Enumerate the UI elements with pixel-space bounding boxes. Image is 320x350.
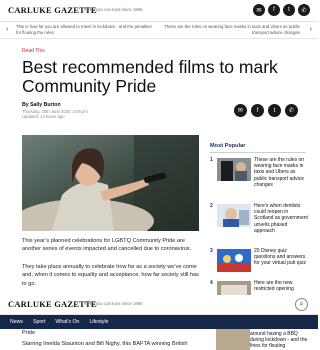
main-nav: News Sport What's On Lifestyle <box>0 315 318 329</box>
popular-item-title[interactable]: 20 Disney quiz questions and answers for… <box>254 248 308 267</box>
article-headline: Best recommended films to mark Community… <box>22 57 278 96</box>
popular-item-title[interactable]: around having a BBQ during lockdown - an… <box>250 331 308 350</box>
divider <box>210 152 306 153</box>
chevron-left-icon[interactable]: ‹ <box>6 26 8 33</box>
related-links-bar: ‹ This is how far you are allowed to tra… <box>0 22 318 39</box>
mail-icon[interactable]: ✉ <box>234 104 247 117</box>
nav-item-sport[interactable]: Sport <box>33 319 45 325</box>
twitter-icon[interactable]: t <box>268 104 281 117</box>
top-header: CARLUKE GAZETTE News you can trust since… <box>0 0 318 22</box>
article-paragraph: This year’s planned celebrations for LGB… <box>22 238 192 253</box>
header-share-icons: ✉ f t ✆ <box>253 4 310 16</box>
thumbnail-image <box>217 249 251 272</box>
site-tagline: News you can trust since 1866 <box>84 301 143 306</box>
popular-item-number: 4 <box>210 280 213 286</box>
updated-timestamp: Updated: 14 hours ago <box>22 114 65 120</box>
hero-image <box>22 135 199 231</box>
popular-item-thumbnail <box>217 249 251 272</box>
subheading: Pride <box>22 330 36 336</box>
article-paragraph: They take place annually to celebrate ho… <box>22 264 199 287</box>
thumbnail-image <box>217 158 251 181</box>
popular-item-thumbnail <box>217 204 251 227</box>
sticky-header: CARLUKE GAZETTE News you can trust since… <box>0 295 318 315</box>
popular-item[interactable]: 2 Here’s when dentists could reopen in S… <box>210 203 308 235</box>
popular-item-title[interactable]: Here are the new restricted opening <box>254 280 308 292</box>
popular-item-thumbnail <box>217 158 251 181</box>
nav-item-news[interactable]: News <box>10 319 23 325</box>
most-popular-title: Most Popular <box>210 143 246 149</box>
popular-item-number: 1 <box>210 157 213 163</box>
thumbnail-image <box>217 204 251 227</box>
popular-item-title[interactable]: These are the rules on wearing face mask… <box>254 157 308 188</box>
whatsapp-icon[interactable]: ✆ <box>298 4 310 16</box>
popular-item-title[interactable]: Here’s when dentists could reopen in Sco… <box>254 203 308 234</box>
facebook-icon[interactable]: f <box>268 4 280 16</box>
article-paragraph: Starring Imelda Staunton and Bill Nighy,… <box>22 341 188 347</box>
popular-item[interactable]: 4 Here are the new restricted opening <box>210 280 308 295</box>
related-link-right[interactable]: These are the rules on wearing face mask… <box>164 24 300 35</box>
publish-date: Thursday, 25th June 2020, 3:06 pm Update… <box>22 109 88 119</box>
related-link-left[interactable]: This is how far you are allowed to trave… <box>16 24 156 35</box>
search-icon[interactable]: ⌕ <box>295 298 308 311</box>
chevron-right-icon[interactable]: › <box>310 26 312 33</box>
popular-item-thumbnail <box>217 281 251 295</box>
article-share-icons: ✉ f t ✆ <box>234 104 298 117</box>
twitter-icon[interactable]: t <box>283 4 295 16</box>
hero-image-illustration <box>22 135 199 231</box>
popular-item-number: 3 <box>210 248 213 254</box>
thumbnail-image <box>217 281 251 295</box>
facebook-icon[interactable]: f <box>251 104 264 117</box>
mail-icon[interactable]: ✉ <box>253 4 265 16</box>
nav-item-whats-on[interactable]: What's On <box>55 319 79 325</box>
popular-item-number: 2 <box>210 203 213 209</box>
popular-item[interactable]: 3 20 Disney quiz questions and answers f… <box>210 248 308 280</box>
popular-item-thumbnail <box>216 329 250 350</box>
section-label[interactable]: Read This <box>22 48 45 54</box>
nav-item-lifestyle[interactable]: Lifestyle <box>89 319 108 325</box>
popular-item[interactable]: 1 These are the rules on wearing face ma… <box>210 157 308 189</box>
site-tagline: News you can trust since 1866 <box>84 7 143 12</box>
byline[interactable]: By Sally Burton <box>22 102 61 108</box>
whatsapp-icon[interactable]: ✆ <box>285 104 298 117</box>
